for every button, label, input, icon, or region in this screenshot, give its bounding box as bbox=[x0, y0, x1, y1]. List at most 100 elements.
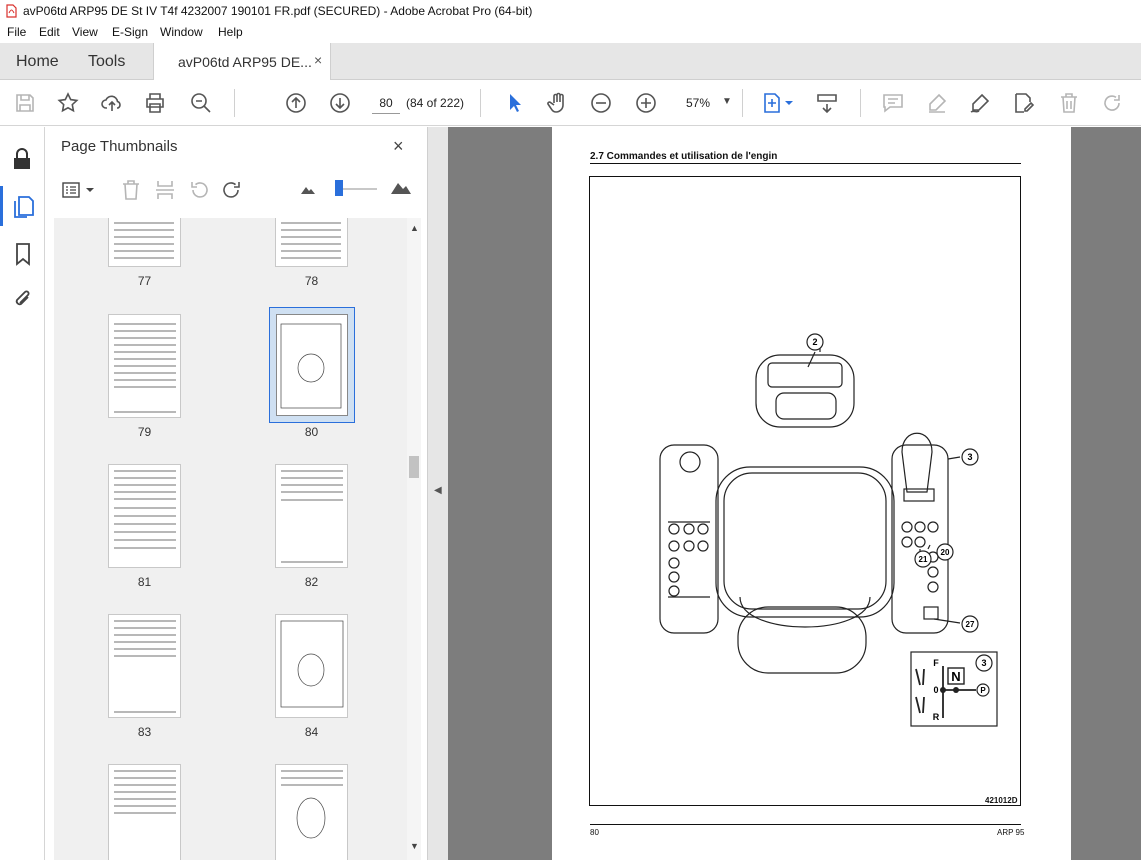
callout-3: 3 bbox=[967, 452, 972, 462]
thumbnail-page-82[interactable] bbox=[275, 464, 348, 568]
zoom-out-icon[interactable] bbox=[589, 91, 613, 115]
thumbnail-page-80-preview bbox=[276, 314, 348, 416]
bookmark-star-icon[interactable] bbox=[56, 91, 80, 115]
menu-esign[interactable]: E-Sign bbox=[112, 25, 148, 39]
scroll-up-icon[interactable]: ▲ bbox=[410, 223, 419, 233]
collapse-panel-icon[interactable]: ◀ bbox=[434, 485, 442, 496]
thumbnail-list[interactable]: 77 78 79 80 81 82 83 84 bbox=[54, 218, 407, 860]
thumbnail-label: 80 bbox=[304, 425, 319, 439]
thumbnail-label: 81 bbox=[137, 575, 152, 589]
save-icon[interactable] bbox=[13, 91, 37, 115]
thumbnail-page-86[interactable] bbox=[275, 764, 348, 860]
select-arrow-icon[interactable] bbox=[503, 91, 527, 115]
attachment-icon[interactable] bbox=[12, 287, 34, 311]
zoom-level[interactable]: 57% bbox=[686, 96, 710, 110]
callout-21: 21 bbox=[919, 555, 928, 564]
thumbnail-page-84[interactable] bbox=[275, 614, 348, 718]
scrollbar-thumb[interactable] bbox=[409, 456, 419, 478]
thumbnail-small-icon[interactable] bbox=[300, 183, 316, 195]
pdf-page[interactable]: 2.7 Commandes et utilisation de l'engin bbox=[552, 127, 1071, 860]
thumbnail-label: 83 bbox=[137, 725, 152, 739]
page-count: (84 of 222) bbox=[406, 96, 465, 110]
scroll-mode-icon[interactable] bbox=[815, 91, 839, 115]
menu-bar: File Edit View E-Sign Window Help bbox=[0, 23, 1141, 43]
panel-collapse-strip[interactable]: ◀ bbox=[428, 127, 448, 860]
thumbnail-page-83[interactable] bbox=[108, 614, 181, 718]
rotate-cw-icon[interactable] bbox=[221, 179, 243, 201]
callout-2: 2 bbox=[812, 337, 817, 347]
highlight-icon[interactable] bbox=[925, 91, 949, 115]
thumbnail-large-icon[interactable] bbox=[390, 179, 412, 195]
delete-page-icon[interactable] bbox=[121, 179, 141, 201]
page-thumbnails-icon[interactable] bbox=[12, 195, 34, 219]
callout-27: 27 bbox=[966, 620, 975, 629]
extract-page-icon[interactable] bbox=[155, 179, 175, 201]
document-scrollbar[interactable] bbox=[1133, 127, 1141, 860]
figure-frame: 2 3 21 20 27 3 F 0 R N P bbox=[589, 176, 1021, 806]
upload-icon[interactable] bbox=[100, 91, 124, 115]
fill-sign-icon[interactable] bbox=[1012, 91, 1036, 115]
inset-park: P bbox=[980, 686, 986, 695]
footer-rule bbox=[590, 824, 1021, 825]
rotate-ccw-icon[interactable] bbox=[188, 179, 210, 201]
hand-icon[interactable] bbox=[546, 91, 570, 115]
panel-close-button[interactable]: × bbox=[393, 136, 404, 157]
print-icon[interactable] bbox=[143, 91, 167, 115]
tab-document-label: avP06td ARP95 DE... bbox=[178, 54, 312, 70]
page-footer-model: ARP 95 bbox=[997, 828, 1025, 837]
lock-icon[interactable] bbox=[11, 147, 33, 171]
inset-neutral-mark: 0 bbox=[933, 685, 938, 695]
figure-code: 421012D bbox=[985, 796, 1018, 805]
scroll-down-icon[interactable]: ▼ bbox=[410, 841, 419, 851]
toolbar bbox=[0, 80, 1141, 126]
thumbnail-label: 78 bbox=[304, 274, 319, 288]
thumbnail-page-80-selected[interactable] bbox=[269, 307, 355, 423]
tab-home[interactable]: Home bbox=[16, 53, 59, 71]
inset-neutral: N bbox=[951, 669, 960, 684]
chevron-down-icon[interactable] bbox=[783, 91, 795, 115]
inset-forward: F bbox=[933, 658, 939, 668]
thumbnail-size-slider[interactable] bbox=[337, 188, 377, 190]
toolbar-separator bbox=[234, 89, 235, 117]
menu-file[interactable]: File bbox=[7, 25, 26, 39]
toolbar-separator bbox=[860, 89, 861, 117]
thumbnail-page-78[interactable] bbox=[275, 218, 348, 267]
menu-edit[interactable]: Edit bbox=[39, 25, 60, 39]
rail-active-indicator bbox=[0, 186, 3, 226]
thumbnail-page-79[interactable] bbox=[108, 314, 181, 418]
thumbnail-page-81[interactable] bbox=[108, 464, 181, 568]
rotate-icon[interactable] bbox=[1100, 91, 1124, 115]
inset-reverse: R bbox=[933, 712, 940, 722]
window-title: avP06td ARP95 DE St IV T4f 4232007 19010… bbox=[23, 4, 533, 18]
toolbar-separator bbox=[480, 89, 481, 117]
tab-tools[interactable]: Tools bbox=[88, 53, 125, 71]
zoom-in-icon[interactable] bbox=[634, 91, 658, 115]
thumbnail-label: 77 bbox=[137, 274, 152, 288]
search-zoom-icon[interactable] bbox=[189, 91, 213, 115]
delete-icon[interactable] bbox=[1057, 91, 1081, 115]
comment-icon[interactable] bbox=[881, 91, 905, 115]
thumbnail-options-icon[interactable] bbox=[61, 181, 97, 199]
tab-close-button[interactable]: × bbox=[314, 52, 322, 68]
left-rail bbox=[0, 127, 45, 860]
page-footer-number: 80 bbox=[590, 828, 599, 837]
page-up-icon[interactable] bbox=[284, 91, 308, 115]
menu-help[interactable]: Help bbox=[218, 25, 243, 39]
menu-window[interactable]: Window bbox=[160, 25, 203, 39]
fit-page-icon[interactable] bbox=[760, 91, 784, 115]
callout-20: 20 bbox=[941, 548, 950, 557]
heading-rule bbox=[590, 163, 1021, 164]
toolbar-separator bbox=[742, 89, 743, 117]
tab-document[interactable]: avP06td ARP95 DE... × bbox=[153, 43, 331, 80]
tab-bar: Home Tools avP06td ARP95 DE... × bbox=[0, 43, 1141, 80]
page-down-icon[interactable] bbox=[328, 91, 352, 115]
thumbnail-size-slider-handle[interactable] bbox=[335, 180, 343, 196]
thumbnail-scrollbar[interactable]: ▲ ▼ bbox=[407, 218, 421, 860]
thumbnail-page-77[interactable] bbox=[108, 218, 181, 267]
thumbnail-page-85[interactable] bbox=[108, 764, 181, 860]
bookmark-icon[interactable] bbox=[14, 242, 32, 266]
zoom-dropdown-chevron-icon[interactable]: ▼ bbox=[722, 96, 732, 107]
sign-icon[interactable] bbox=[968, 91, 992, 115]
menu-view[interactable]: View bbox=[72, 25, 98, 39]
page-number-input[interactable]: 80 bbox=[372, 92, 400, 114]
